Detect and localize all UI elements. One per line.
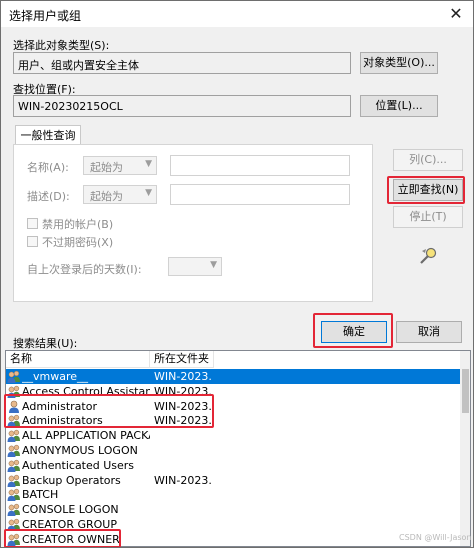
row-folder: WIN-2023... xyxy=(154,384,212,398)
days-since-logon-label: 自上次登录后的天数(I): xyxy=(27,263,142,276)
search-results-label: 搜索结果(U): xyxy=(13,337,78,350)
row-name: CREATOR GROUP xyxy=(22,518,117,531)
table-row[interactable]: Access Control Assistance ... WIN-2023... xyxy=(6,384,460,399)
non-expiring-password-checkbox[interactable] xyxy=(27,236,38,247)
general-query-panel: 名称(A): 起始为 ▼ 描述(D): 起始为 ▼ 禁用的帐户(B) 不过期密码… xyxy=(13,144,373,302)
search-icon xyxy=(420,247,437,264)
row-name: Access Control Assistance ... xyxy=(22,384,150,398)
object-type-label: 选择此对象类型(S): xyxy=(13,39,110,52)
table-row[interactable]: __vmware__ WIN-2023... xyxy=(6,369,460,384)
row-folder: WIN-2023... xyxy=(154,473,212,487)
tab-general-query[interactable]: 一般性查询 xyxy=(15,125,81,145)
group-icon xyxy=(7,474,21,487)
description-label: 描述(D): xyxy=(27,190,70,203)
columns-button[interactable]: 列(C)... xyxy=(393,149,463,171)
description-input[interactable] xyxy=(170,184,350,205)
table-row[interactable]: CREATOR OWNER xyxy=(6,532,460,546)
row-name: CREATOR OWNER xyxy=(22,532,120,546)
cancel-button[interactable]: 取消 xyxy=(396,321,462,343)
column-header-folder[interactable]: 所在文件夹 xyxy=(150,351,214,368)
select-users-dialog: 选择用户或组 ✕ 选择此对象类型(S): 用户、组或内置安全主体 对象类型(O)… xyxy=(0,0,474,548)
group-icon xyxy=(7,414,21,428)
close-icon[interactable]: ✕ xyxy=(439,1,473,27)
group-icon xyxy=(7,518,21,531)
row-name: ALL APPLICATION PACKA... xyxy=(22,429,150,443)
group-icon xyxy=(7,503,21,517)
days-since-logon-select[interactable]: ▼ xyxy=(168,257,222,276)
column-header-name[interactable]: 名称 xyxy=(6,351,150,368)
group-icon xyxy=(7,370,21,383)
disabled-accounts-label: 禁用的帐户(B) xyxy=(42,218,114,231)
description-mode-value: 起始为 xyxy=(90,190,123,203)
table-row[interactable]: Backup Operators WIN-2023... xyxy=(6,473,460,488)
table-row[interactable]: Authenticated Users xyxy=(6,458,460,473)
group-icon xyxy=(7,429,21,443)
description-mode-select[interactable]: 起始为 ▼ xyxy=(83,185,157,204)
location-field: WIN-20230215OCL xyxy=(13,95,351,117)
non-expiring-password-label: 不过期密码(X) xyxy=(42,236,114,249)
row-folder: WIN-2023... xyxy=(154,370,212,383)
user-icon xyxy=(7,400,21,413)
row-name: CONSOLE LOGON xyxy=(22,503,119,517)
table-row[interactable]: Administrator WIN-2023... xyxy=(6,399,460,414)
table-row[interactable]: BATCH xyxy=(6,487,460,502)
row-name: BATCH xyxy=(22,488,59,502)
table-row[interactable]: Administrators WIN-2023... xyxy=(6,413,460,428)
title-bar: 选择用户或组 ✕ xyxy=(1,1,473,27)
name-mode-select[interactable]: 起始为 ▼ xyxy=(83,156,157,175)
name-label: 名称(A): xyxy=(27,161,69,174)
group-icon xyxy=(7,488,21,502)
table-row[interactable]: ANONYMOUS LOGON xyxy=(6,443,460,458)
group-icon xyxy=(7,444,21,457)
find-now-button[interactable]: 立即查找(N) xyxy=(393,179,463,201)
row-folder: WIN-2023... xyxy=(154,414,212,428)
window-title: 选择用户或组 xyxy=(9,9,82,23)
chevron-down-icon: ▼ xyxy=(210,260,217,270)
object-types-button[interactable]: 对象类型(O)... xyxy=(360,52,438,74)
row-name: Administrator xyxy=(22,399,97,413)
row-name: Administrators xyxy=(22,414,103,428)
stop-button[interactable]: 停止(T) xyxy=(393,206,463,228)
table-row[interactable]: CREATOR GROUP xyxy=(6,517,460,532)
group-icon xyxy=(7,459,21,472)
row-name: __vmware__ xyxy=(22,370,89,383)
row-name: Backup Operators xyxy=(22,473,121,487)
ok-button[interactable]: 确定 xyxy=(321,321,387,343)
object-type-field: 用户、组或内置安全主体 xyxy=(13,52,351,74)
name-input[interactable] xyxy=(170,155,350,176)
table-row[interactable]: CONSOLE LOGON xyxy=(6,502,460,517)
watermark: CSDN @Will-Jason xyxy=(399,533,472,542)
row-name: ANONYMOUS LOGON xyxy=(22,444,138,457)
group-icon xyxy=(7,385,21,398)
disabled-accounts-checkbox[interactable] xyxy=(27,218,38,229)
locations-button[interactable]: 位置(L)... xyxy=(360,95,438,117)
table-row[interactable]: ALL APPLICATION PACKA... xyxy=(6,428,460,443)
chevron-down-icon: ▼ xyxy=(145,159,152,169)
row-folder: WIN-2023... xyxy=(154,399,212,413)
group-icon xyxy=(7,533,21,546)
name-mode-value: 起始为 xyxy=(90,161,123,174)
scrollbar-thumb[interactable] xyxy=(462,369,469,413)
chevron-down-icon: ▼ xyxy=(145,188,152,198)
vertical-scrollbar[interactable] xyxy=(460,351,470,546)
row-name: Authenticated Users xyxy=(22,458,135,472)
search-results-list[interactable]: 名称 所在文件夹 __vmware__WIN-2023...Access Con… xyxy=(5,350,471,547)
